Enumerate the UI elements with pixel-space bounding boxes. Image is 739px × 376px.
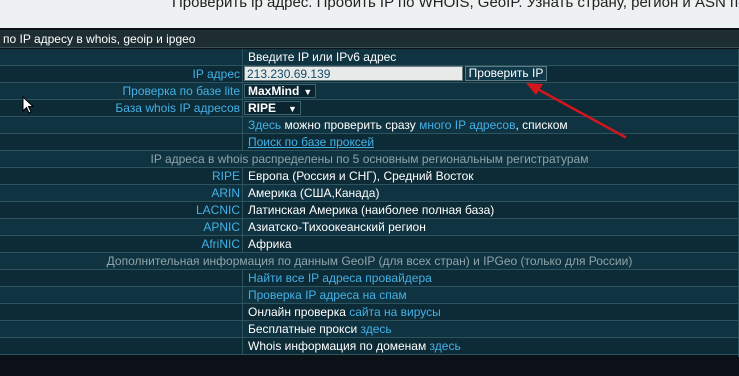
page-heading-strip: Проверить ip адрес. Пробить IP по WHOIS,… — [0, 0, 739, 28]
link-row: Бесплатные прокси здесь — [0, 321, 739, 338]
list-link[interactable]: списком — [522, 118, 568, 132]
domain-whois-link[interactable]: Whois информация по доменам — [248, 339, 426, 353]
multi-row: Здесь можно проверить сразу много IP адр… — [0, 117, 739, 134]
lite-db-select[interactable]: MaxMind ▼ — [244, 84, 317, 98]
page-background — [0, 357, 739, 376]
here-link[interactable]: Здесь — [248, 118, 281, 132]
registrar-afrinic-link[interactable]: AfriNIC — [0, 236, 243, 252]
registrar-row: LACNIC Латинская Америка (наиболее полна… — [0, 202, 739, 219]
whois-row: База whois IP адресов RIPE ▼ — [0, 100, 739, 117]
lite-label: Проверка по базе lite — [0, 83, 243, 99]
proxy-row: Поиск по базе прокcей — [0, 134, 739, 151]
whois-db-select[interactable]: RIPE ▼ — [244, 101, 301, 115]
registrar-row: APNIC Азиатско-Тихоокеанский регион — [0, 219, 739, 236]
empty-cell — [0, 321, 243, 337]
registrar-arin-link[interactable]: ARIN — [0, 185, 243, 201]
registrar-afrinic-desc: Африка — [248, 237, 292, 251]
registrars-note-row: IP адреса в whois распределены по 5 осно… — [0, 151, 739, 168]
geo-note: Дополнительная информация по данным GeoI… — [106, 254, 633, 268]
empty-cell — [0, 304, 243, 320]
lite-row: Проверка по базе lite MaxMind ▼ — [0, 83, 739, 100]
empty-cell — [0, 338, 243, 354]
link-row: Найти все IP адреса провайдера — [0, 270, 739, 287]
ip-check-table: Введите IP или IPv6 адрес IP адрес Прове… — [0, 49, 739, 355]
header-row: Введите IP или IPv6 адрес — [0, 49, 739, 66]
form-header: Введите IP или IPv6 адрес — [248, 50, 397, 64]
spam-check-link[interactable]: Проверка IP адреса на спам — [248, 287, 407, 303]
lite-db-value: MaxMind — [248, 84, 300, 98]
link-row: Whois информация по доменам здесь — [0, 338, 739, 355]
domain-whois-text: Whois информация по доменам здесь — [248, 338, 461, 354]
registrar-apnic-link[interactable]: APNIC — [0, 219, 243, 235]
whois-label: База whois IP адресов — [0, 100, 243, 116]
empty-cell — [0, 270, 243, 286]
empty-cell — [0, 134, 243, 150]
chevron-down-icon: ▼ — [303, 87, 313, 97]
registrar-ripe-link[interactable]: RIPE — [0, 168, 243, 184]
free-proxy-here-link[interactable]: здесь — [357, 322, 391, 336]
geo-note-row: Дополнительная информация по данным GeoI… — [0, 253, 739, 270]
table-caption: по IP адресу в whois, geoip и ipgeo — [0, 30, 739, 48]
multi-check-text: Здесь можно проверить сразу много IP адр… — [248, 117, 568, 133]
mouse-cursor-icon — [22, 96, 34, 114]
domain-whois-here-link[interactable]: здесь — [426, 339, 461, 353]
registrar-lacnic-desc: Латинская Америка (наиболее полная база) — [248, 203, 495, 217]
empty-cell — [0, 117, 243, 133]
registrar-row: ARIN Америка (США,Канада) — [0, 185, 739, 202]
provider-ips-link[interactable]: Найти все IP адреса провайдера — [248, 270, 432, 286]
registrar-lacnic-link[interactable]: LACNIC — [0, 202, 243, 218]
ip-row: IP адрес Проверить IP — [0, 66, 739, 83]
virus-check-link[interactable]: сайта на вирусы — [346, 305, 441, 319]
registrars-note: IP адреса в whois распределены по 5 осно… — [150, 152, 589, 166]
chevron-down-icon: ▼ — [288, 104, 297, 114]
registrar-row: AfriNIC Африка — [0, 236, 739, 253]
many-ip-link[interactable]: много IP адресов — [419, 118, 515, 132]
link-row: Проверка IP адреса на спам — [0, 287, 739, 304]
free-proxy-link[interactable]: Бесплатные прокси — [248, 322, 357, 336]
registrar-arin-desc: Америка (США,Канада) — [248, 186, 380, 200]
empty-cell — [0, 287, 243, 303]
free-proxy-text: Бесплатные прокси здесь — [248, 321, 392, 337]
registrar-row: RIPE Европа (Россия и СНГ), Средний Вост… — [0, 168, 739, 185]
ip-input[interactable] — [244, 66, 463, 81]
empty-cell — [0, 49, 243, 65]
ip-label: IP адрес — [0, 66, 243, 82]
multi-text: можно проверить сразу — [281, 118, 420, 132]
online-check-link[interactable]: Онлайн проверка — [248, 305, 346, 319]
registrar-apnic-desc: Азиатско-Тихоокеанский регион — [248, 220, 426, 234]
whois-db-value: RIPE — [248, 101, 277, 115]
check-ip-button[interactable]: Проверить IP — [465, 66, 547, 81]
registrar-ripe-desc: Европа (Россия и СНГ), Средний Восток — [248, 169, 474, 183]
link-row: Онлайн проверка сайта на вирусы — [0, 304, 739, 321]
proxy-search-link[interactable]: Поиск по базе прокcей — [248, 134, 374, 150]
page-heading: Проверить ip адрес. Пробить IP по WHOIS,… — [172, 0, 739, 11]
virus-check-text: Онлайн проверка сайта на вирусы — [248, 304, 441, 320]
